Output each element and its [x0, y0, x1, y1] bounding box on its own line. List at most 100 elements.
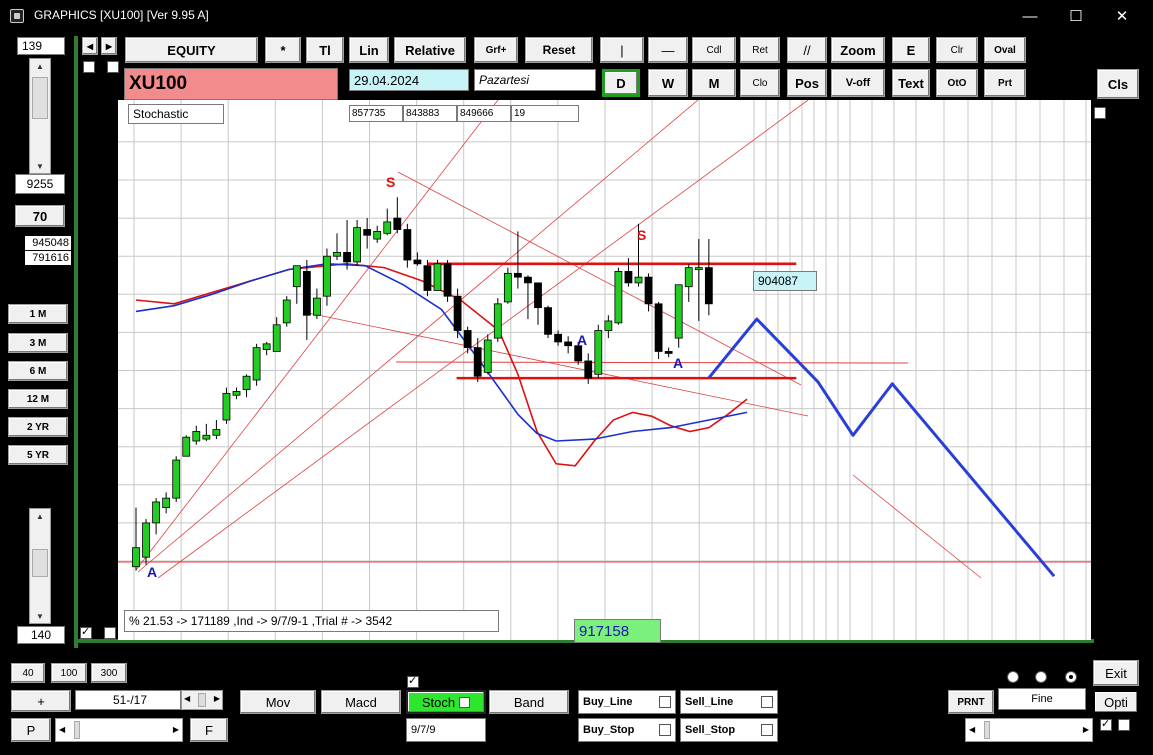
period-2yr-button[interactable]: 2 YR: [8, 417, 68, 437]
pos-button[interactable]: Pos: [787, 69, 827, 97]
chart-checkbox-a[interactable]: [80, 625, 92, 639]
radio-option-3[interactable]: [1065, 671, 1077, 683]
radio-option-1[interactable]: [1007, 671, 1019, 683]
price-chart-svg[interactable]: [118, 100, 1091, 640]
stoch-param-field[interactable]: 9/7/9: [406, 718, 486, 742]
cls-button[interactable]: Cls: [1097, 69, 1139, 99]
horizontal-line-button[interactable]: —: [648, 37, 688, 63]
date-field[interactable]: 29.04.2024: [349, 69, 469, 91]
scroll-up-icon[interactable]: ▲: [30, 509, 50, 523]
close-icon[interactable]: ✕: [1099, 0, 1145, 32]
v-off-button[interactable]: V-off: [831, 69, 885, 97]
top-value-field[interactable]: 139: [17, 37, 65, 55]
reset-button[interactable]: Reset: [525, 37, 593, 63]
zoom-100-button[interactable]: 100: [51, 663, 87, 683]
chart-checkbox-b[interactable]: [104, 627, 116, 639]
scroll-right-icon[interactable]: ▶: [173, 725, 179, 734]
vertical-line-button[interactable]: |: [600, 37, 644, 63]
buy-line-field[interactable]: Buy_Line: [578, 690, 676, 714]
minimize-icon[interactable]: —: [1007, 0, 1053, 32]
maximize-icon[interactable]: ☐: [1053, 0, 1099, 32]
scroll-thumb[interactable]: [32, 77, 48, 119]
left-checkbox-2[interactable]: [107, 61, 119, 73]
sell-stop-checkbox[interactable]: [761, 724, 773, 736]
scroll-thumb[interactable]: [32, 549, 48, 577]
sell-line-field[interactable]: Sell_Line: [680, 690, 778, 714]
zoom-button[interactable]: Zoom: [831, 37, 885, 63]
ret-button[interactable]: Ret: [740, 37, 780, 63]
parallel-lines-button[interactable]: //: [787, 37, 827, 63]
f-button[interactable]: F: [190, 718, 228, 742]
sell-stop-field[interactable]: Sell_Stop: [680, 718, 778, 742]
left-scrollbar-bottom[interactable]: ▲ ▼: [29, 508, 51, 624]
stoch-checkbox[interactable]: [459, 696, 471, 708]
period-5yr-button[interactable]: 5 YR: [8, 445, 68, 465]
text-button[interactable]: Text: [892, 69, 930, 97]
ratio-scroll[interactable]: ◀ ▶: [181, 690, 223, 710]
bottom-hscroll[interactable]: ◀ ▶: [55, 718, 183, 742]
scroll-thumb[interactable]: [74, 721, 80, 739]
radio-option-2[interactable]: [1035, 671, 1047, 683]
scroll-thumb[interactable]: [984, 721, 990, 739]
daily-button[interactable]: D: [602, 69, 640, 97]
buy-stop-field[interactable]: Buy_Stop: [578, 718, 676, 742]
bottom-right-checkbox-2[interactable]: [1118, 719, 1130, 731]
right-hscroll[interactable]: ◀ ▶: [965, 718, 1093, 742]
scroll-left-icon[interactable]: ◀: [184, 694, 190, 703]
scroll-down-icon[interactable]: ▼: [30, 609, 50, 623]
left-scrollbar-top[interactable]: ▲ ▼: [29, 58, 51, 174]
scroll-left-icon[interactable]: ◀: [59, 725, 65, 734]
sell-line-checkbox[interactable]: [761, 696, 773, 708]
e-button[interactable]: E: [892, 37, 930, 63]
exit-button[interactable]: Exit: [1093, 660, 1139, 686]
stoch-button[interactable]: Stoch: [406, 690, 486, 714]
p-button[interactable]: P: [11, 718, 51, 742]
mov-button[interactable]: Mov: [240, 690, 316, 714]
nav-right-icon[interactable]: ▶: [101, 37, 117, 55]
buy-line-checkbox[interactable]: [659, 696, 671, 708]
grf-plus-button[interactable]: Grf+: [474, 37, 518, 63]
bottom-value-field[interactable]: 140: [17, 626, 65, 644]
clo-button[interactable]: Clo: [740, 69, 780, 97]
nav-left-icon[interactable]: ◀: [82, 37, 98, 55]
oto-button[interactable]: OtO: [936, 69, 978, 97]
band-button[interactable]: Band: [489, 690, 569, 714]
value-70-button[interactable]: 70: [15, 205, 65, 227]
macd-button[interactable]: Macd: [321, 690, 401, 714]
scroll-up-icon[interactable]: ▲: [30, 59, 50, 73]
lin-button[interactable]: Lin: [349, 37, 389, 63]
period-1m-button[interactable]: 1 M: [8, 304, 68, 324]
plus-button[interactable]: +: [11, 690, 71, 712]
scroll-right-icon[interactable]: ▶: [1083, 725, 1089, 734]
bottom-right-checkbox-1[interactable]: [1100, 717, 1112, 731]
left-checkbox-1[interactable]: [83, 61, 95, 73]
symbol-field[interactable]: XU100: [124, 68, 338, 100]
period-6m-button[interactable]: 6 M: [8, 361, 68, 381]
equity-button[interactable]: EQUITY: [125, 37, 258, 63]
period-12m-button[interactable]: 12 M: [8, 389, 68, 409]
zoom-40-button[interactable]: 40: [11, 663, 45, 683]
ratio-field[interactable]: 51-/17: [75, 690, 181, 710]
clr-button[interactable]: Clr: [936, 37, 978, 63]
monthly-button[interactable]: M: [692, 69, 736, 97]
cdl-button[interactable]: Cdl: [692, 37, 736, 63]
zoom-300-button[interactable]: 300: [91, 663, 127, 683]
prnt-button[interactable]: PRNT: [948, 690, 994, 714]
star-button[interactable]: *: [265, 37, 301, 63]
period-3m-button[interactable]: 3 M: [8, 333, 68, 353]
value-9255-field[interactable]: 9255: [15, 174, 65, 194]
stoch-toggle-checkbox[interactable]: [407, 674, 419, 688]
scroll-right-icon[interactable]: ▶: [214, 694, 220, 703]
oval-button[interactable]: Oval: [984, 37, 1026, 63]
scroll-left-icon[interactable]: ◀: [969, 725, 975, 734]
relative-button[interactable]: Relative: [394, 37, 466, 63]
buy-stop-checkbox[interactable]: [659, 724, 671, 736]
right-axis-checkbox[interactable]: [1094, 107, 1106, 119]
weekly-button[interactable]: W: [648, 69, 688, 97]
fine-field[interactable]: Fine: [998, 688, 1086, 710]
scroll-down-icon[interactable]: ▼: [30, 159, 50, 173]
tl-button[interactable]: Tl: [306, 37, 344, 63]
opti-button[interactable]: Opti: [1093, 690, 1139, 714]
prt-button[interactable]: Prt: [984, 69, 1026, 97]
scroll-thumb[interactable]: [198, 693, 206, 707]
